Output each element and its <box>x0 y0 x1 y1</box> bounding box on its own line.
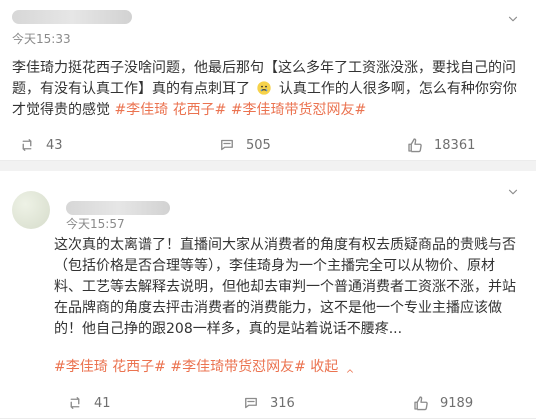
author-name[interactable] <box>66 201 170 215</box>
comment-icon <box>218 136 236 154</box>
collapse-label: 收起 <box>310 359 339 375</box>
more-options-button[interactable] <box>502 181 524 203</box>
chevron-up-icon <box>345 362 355 373</box>
like-count: 18361 <box>434 137 476 153</box>
repost-icon <box>18 136 36 154</box>
post-time[interactable]: 今天15:33 <box>12 30 71 47</box>
post-actions: 41 316 9189 <box>0 388 536 418</box>
comment-button[interactable]: 316 <box>242 388 295 418</box>
post-content: 李佳琦力挺花西子没啥问题，他最后那句【这么多年了工资涨没涨，要找自己的问题，有没… <box>12 58 518 121</box>
post-card-2: 今天15:57 这次真的太离谱了！直播间大家从消费者的角度有权去质疑商品的贵贱与… <box>0 171 536 419</box>
post-actions: 43 505 18361 <box>0 130 536 160</box>
comment-count: 505 <box>246 137 271 153</box>
repost-icon <box>66 394 84 412</box>
repost-button[interactable]: 43 <box>18 130 63 160</box>
post-content: 这次真的太离谱了！直播间大家从消费者的角度有权去质疑商品的贵贱与否（包括价格是否… <box>54 235 520 340</box>
like-button[interactable]: 9189 <box>412 388 473 418</box>
post-topics: #李佳琦 花西子# #李佳琦带货怼网友# 收起 <box>54 357 355 378</box>
post-text: 这次真的太离谱了！直播间大家从消费者的角度有权去质疑商品的贵贱与否（包括价格是否… <box>54 237 516 337</box>
chevron-down-icon <box>508 189 518 195</box>
topic-link[interactable]: #李佳琦带货怼网友# <box>170 359 305 375</box>
comment-button[interactable]: 505 <box>218 130 271 160</box>
post-time[interactable]: 今天15:57 <box>66 215 125 232</box>
like-icon <box>406 136 424 154</box>
topic-link[interactable]: #李佳琦 花西子# <box>114 102 226 118</box>
crying-face-icon <box>256 80 272 96</box>
like-count: 9189 <box>440 395 474 411</box>
like-button[interactable]: 18361 <box>406 130 475 160</box>
chevron-down-icon <box>508 16 518 22</box>
like-icon <box>412 394 430 412</box>
repost-count: 43 <box>46 137 63 153</box>
collapse-button[interactable]: 收起 <box>310 359 354 375</box>
topic-link[interactable]: #李佳琦带货怼网友# <box>231 102 366 118</box>
comment-icon <box>242 394 260 412</box>
post-header: 今天15:33 <box>12 6 524 46</box>
post-card-1: 今天15:33 李佳琦力挺花西子没啥问题，他最后那句【这么多年了工资涨没涨，要找… <box>0 0 536 161</box>
more-options-button[interactable] <box>502 8 524 30</box>
author-name[interactable] <box>12 10 132 24</box>
repost-button[interactable]: 41 <box>66 388 111 418</box>
post-header: 今天15:57 <box>12 171 524 231</box>
avatar[interactable] <box>12 191 50 229</box>
comment-count: 316 <box>270 395 295 411</box>
topic-link[interactable]: #李佳琦 花西子# <box>54 359 166 375</box>
repost-count: 41 <box>94 395 111 411</box>
